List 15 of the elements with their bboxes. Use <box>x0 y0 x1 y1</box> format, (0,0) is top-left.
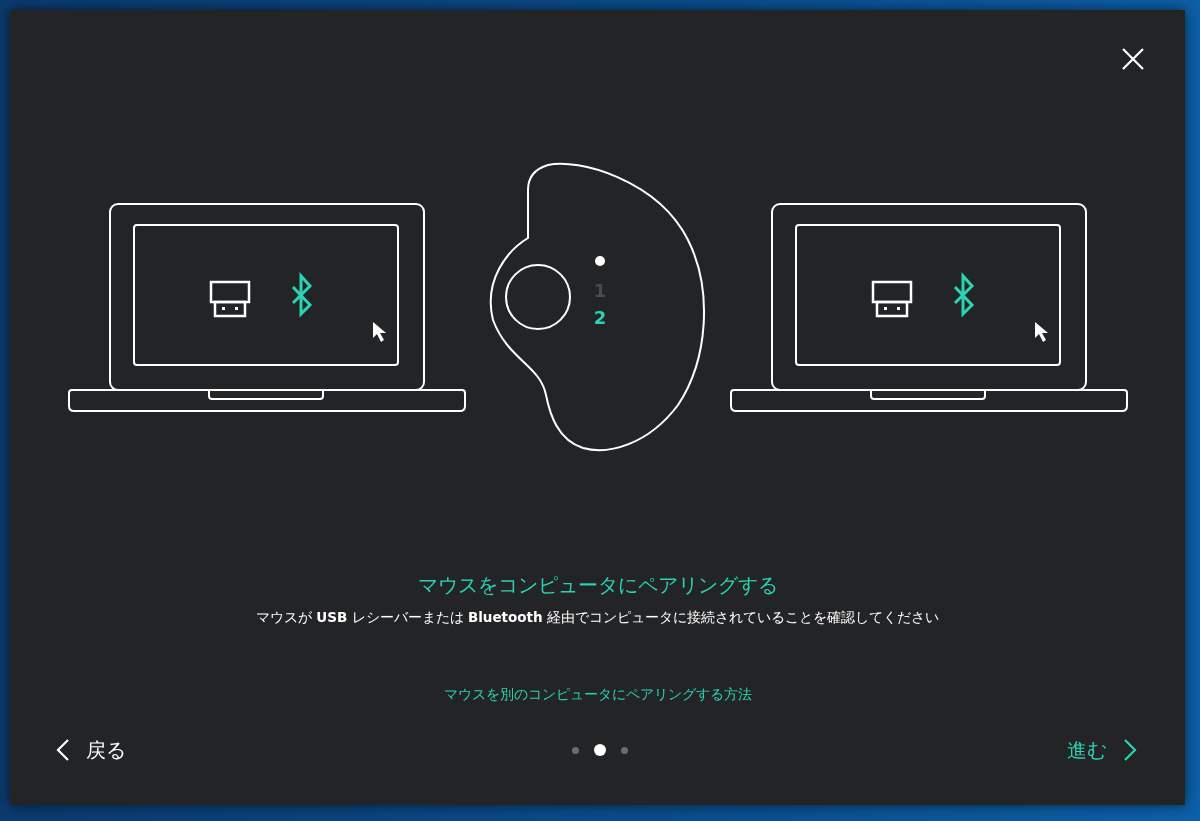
cursor-icon <box>1034 322 1048 342</box>
bluetooth-icon <box>291 272 312 318</box>
channel-number: 2 <box>593 307 606 328</box>
back-button[interactable]: 戻る <box>52 732 130 768</box>
chevron-left-icon <box>56 738 70 762</box>
chevron-right-icon <box>1123 738 1137 762</box>
pairing-title: マウスをコンピュータにペアリングする <box>417 572 778 599</box>
cursor-icon <box>372 322 386 342</box>
indicator-dot <box>594 256 605 266</box>
help-link[interactable]: マウスを別のコンピュータにペアリングする方法 <box>443 683 752 705</box>
usb-receiver-icon <box>871 280 912 318</box>
next-button[interactable]: 進む <box>1063 732 1141 768</box>
bluetooth-icon <box>953 272 974 318</box>
pairing-description: マウスが USB レシーバーまたは Bluetooth 経由でコンピュータに接続されていることを確認してください <box>256 608 939 627</box>
usb-receiver-icon <box>209 280 250 318</box>
